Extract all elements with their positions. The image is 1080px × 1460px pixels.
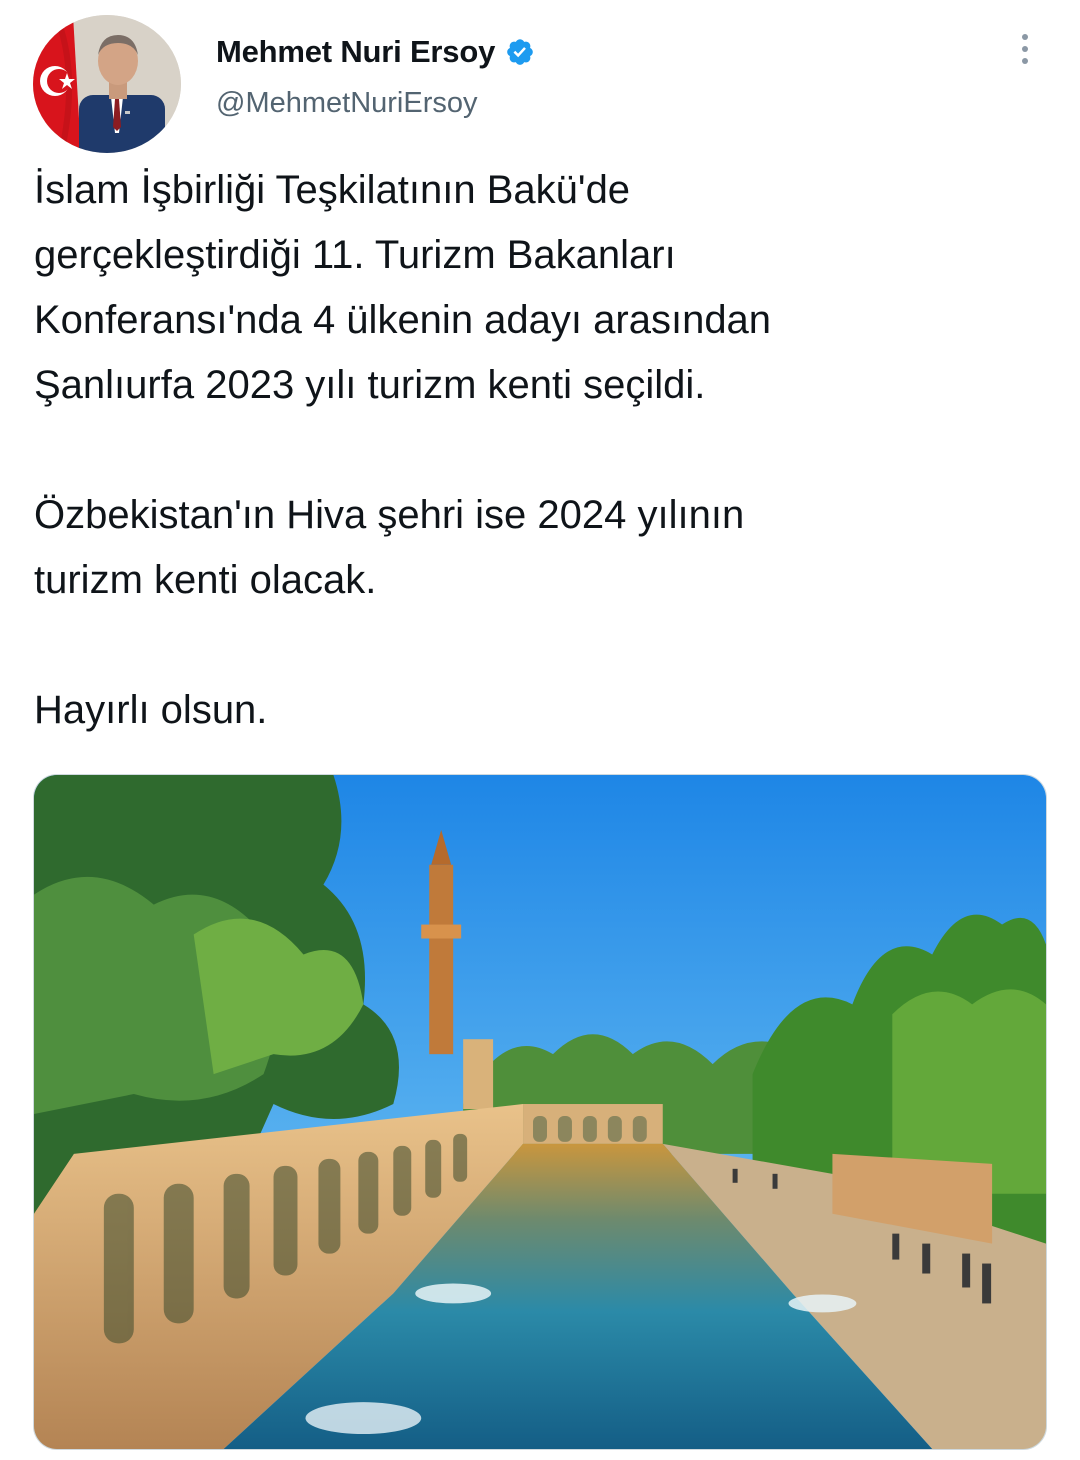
avatar-image	[33, 15, 181, 153]
tweet-paragraph: Özbekistan'ın Hiva şehri ise 2024 yılını…	[34, 493, 745, 602]
author-handle[interactable]: @MehmetNuriErsoy	[216, 87, 478, 120]
tweet-paragraph: İslam İşbirliği Teşkilatının Bakü'de ger…	[34, 168, 772, 407]
more-options-icon[interactable]	[1008, 28, 1042, 70]
tweet-text: İslam İşbirliği Teşkilatının Bakü'de ger…	[34, 158, 1044, 743]
author-display-name[interactable]: Mehmet Nuri Ersoy	[216, 34, 495, 70]
verified-badge-icon	[507, 39, 533, 65]
tweet: Mehmet Nuri Ersoy @MehmetNuriErsoy İslam…	[0, 0, 1080, 1460]
tweet-paragraph: Hayırlı olsun.	[34, 688, 268, 732]
photo-balikligol-pool	[34, 775, 1046, 1449]
avatar[interactable]	[33, 15, 181, 153]
author-name-row[interactable]: Mehmet Nuri Ersoy	[216, 34, 535, 70]
tweet-media-photo[interactable]	[33, 774, 1047, 1450]
